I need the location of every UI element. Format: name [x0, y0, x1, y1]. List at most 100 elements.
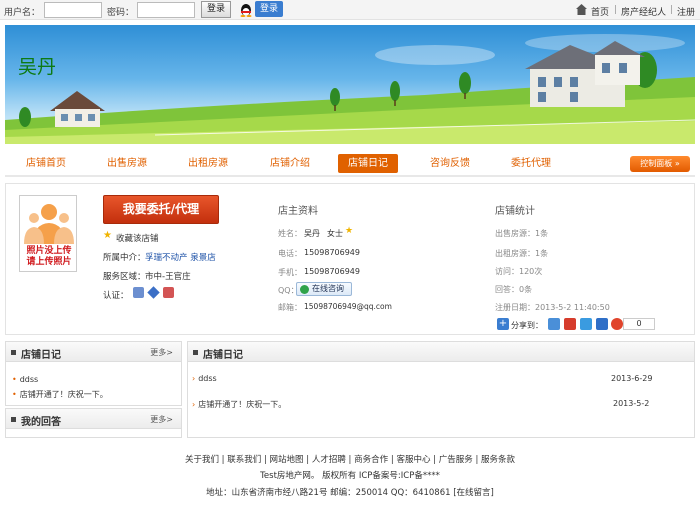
share-count: 0	[623, 318, 655, 330]
weibo-share-icon[interactable]	[564, 318, 576, 330]
person-silhouette-icon	[24, 204, 74, 244]
diary-row[interactable]: › 店铺开通了！庆祝一下。	[192, 399, 286, 410]
id-certified-icon	[133, 287, 144, 298]
nav-shop-home[interactable]: 店铺首页	[13, 154, 79, 173]
nav-shop-intro[interactable]: 店铺介绍	[257, 154, 323, 173]
diary-title: 店铺开通了！庆祝一下。	[198, 400, 287, 409]
register-link[interactable]: 注册	[677, 5, 695, 18]
kaixin-share-icon[interactable]	[611, 318, 623, 330]
chevron-right-icon: >	[166, 348, 173, 357]
owner-info-title: 店主资料	[278, 206, 318, 217]
qq-penguin-icon[interactable]	[239, 2, 253, 17]
sale-count: 出售房源：1条	[495, 229, 549, 238]
nav-commission-agency[interactable]: 委托代理	[498, 154, 564, 173]
footer-about[interactable]: 关于我们	[185, 455, 219, 465]
footer-contact[interactable]: 联系我们	[227, 455, 261, 465]
online-consult-label: 在线咨询	[312, 284, 344, 293]
shop-name: 吴丹	[18, 56, 57, 78]
tencent-weibo-share-icon[interactable]	[580, 318, 592, 330]
square-bullet-icon	[193, 350, 198, 355]
license-certified-icon	[163, 287, 174, 298]
main-diary-header: 店铺日记	[188, 342, 694, 362]
divider: |	[670, 5, 674, 15]
share-plus-icon[interactable]: +	[497, 318, 509, 330]
left-diary-title: 店铺日记	[21, 350, 61, 361]
footer-service[interactable]: 客服中心	[396, 455, 430, 465]
more-link[interactable]: 更多>	[150, 347, 173, 358]
avatar-placeholder[interactable]: 照片没上传 请上传照片	[19, 195, 77, 272]
qq-login-button[interactable]: 登录	[255, 1, 283, 17]
home-icon	[576, 4, 587, 15]
avatar-upload-hint: 照片没上传 请上传照片	[23, 246, 75, 268]
star-icon: ★	[103, 230, 112, 241]
nav-rent-listings[interactable]: 出租房源	[175, 154, 241, 173]
left-answers-panel: 我的回答 更多>	[5, 408, 182, 438]
agency-link[interactable]: 孚瑞不动产 泉景店	[145, 251, 216, 263]
nav-consult-feedback[interactable]: 咨询反馈	[417, 154, 483, 173]
commission-agency-button[interactable]: 我要委托/代理	[103, 195, 219, 224]
avatar-hint-line-1: 照片没上传	[26, 246, 72, 256]
footer-ads[interactable]: 广告服务	[439, 455, 473, 465]
list-item[interactable]: • 店铺开通了！庆祝一下。	[12, 389, 108, 400]
bullet-icon: ›	[192, 400, 196, 409]
footer-links: 关于我们 | 联系我们 | 网站地图 | 人才招聘 | 商务合作 | 客服中心 …	[184, 455, 516, 465]
left-answers-header: 我的回答 更多>	[6, 409, 181, 429]
left-diary-panel: 店铺日记 更多> • ddss • 店铺开通了！庆祝一下。	[5, 341, 182, 406]
footer-copyright: Test房地产网。 版权所有 ICP备案号:ICP备****	[260, 471, 440, 481]
list-item-title: ddss	[19, 375, 39, 384]
certification-label: 认证：	[103, 291, 129, 301]
service-area-value: 市中-王官庄	[145, 272, 191, 282]
footer-jobs[interactable]: 人才招聘	[312, 455, 346, 465]
shop-stats-title: 店铺统计	[495, 206, 535, 217]
renren-share-icon[interactable]	[596, 318, 608, 330]
favorite-shop-link[interactable]: 收藏该店铺	[116, 232, 159, 244]
nav-sale-listings[interactable]: 出售房源	[94, 154, 160, 173]
name-label: 姓名：	[278, 229, 302, 238]
diary-row[interactable]: › ddss	[192, 374, 217, 383]
username-label: 用户名：	[4, 8, 41, 18]
diary-date: 2013-5-2	[613, 399, 650, 408]
login-button[interactable]: 登录	[201, 1, 231, 18]
service-area-label: 服务区域：	[103, 272, 146, 282]
qzone-share-icon[interactable]	[548, 318, 560, 330]
username-input[interactable]	[44, 2, 102, 18]
online-consult-button[interactable]: 在线咨询	[296, 282, 352, 296]
agent-link[interactable]: 房产经纪人	[621, 5, 666, 18]
chevron-right-icon: >	[166, 415, 173, 424]
footer-business[interactable]: 商务合作	[354, 455, 388, 465]
control-panel-button[interactable]: 控制面板 »	[630, 156, 690, 172]
password-label: 密码：	[107, 8, 135, 18]
more-link[interactable]: 更多>	[150, 414, 173, 425]
agency-label: 所属中介：	[103, 253, 146, 263]
bullet-icon: •	[12, 390, 17, 399]
diary-title: ddss	[198, 374, 217, 383]
list-item[interactable]: • ddss	[12, 375, 38, 384]
bullet-icon: •	[12, 375, 17, 384]
more-label: 更多	[150, 415, 167, 424]
home-link[interactable]: 首页	[591, 5, 609, 18]
share-label: 分享到：	[511, 321, 543, 330]
diary-date: 2013-6-29	[611, 374, 653, 383]
chat-icon	[300, 285, 309, 294]
answer-count: 回答：0条	[495, 285, 533, 294]
control-panel-label: 控制面板	[640, 159, 673, 168]
shop-nav: 店铺首页 出售房源 出租房源 店铺介绍 店铺日记 咨询反馈 委托代理 控制面板 …	[5, 149, 695, 177]
phone-label: 电话：	[278, 249, 302, 258]
nav-shop-diary[interactable]: 店铺日记	[338, 154, 398, 173]
mobile-label: 手机：	[278, 268, 302, 277]
footer-terms[interactable]: 服务条款	[481, 455, 515, 465]
bullet-icon: ›	[192, 374, 196, 383]
visit-count: 访问：120次	[495, 267, 543, 276]
password-input[interactable]	[137, 2, 195, 18]
footer-sitemap[interactable]: 网站地图	[270, 455, 304, 465]
gender-value: 女士	[327, 229, 343, 238]
divider: |	[614, 5, 618, 15]
email-value: 15098706949@qq.com	[304, 302, 392, 311]
main-diary-title: 店铺日记	[203, 350, 243, 361]
square-bullet-icon	[11, 417, 16, 422]
more-label: 更多	[150, 348, 167, 357]
phone-value: 15098706949	[304, 248, 360, 257]
top-bar: 用户名： 密码： 登录 登录 首页 | 房产经纪人 | 注册	[0, 0, 700, 20]
square-bullet-icon	[11, 350, 16, 355]
register-date: 注册日期：2013-5-2 11:40:50	[495, 303, 610, 312]
